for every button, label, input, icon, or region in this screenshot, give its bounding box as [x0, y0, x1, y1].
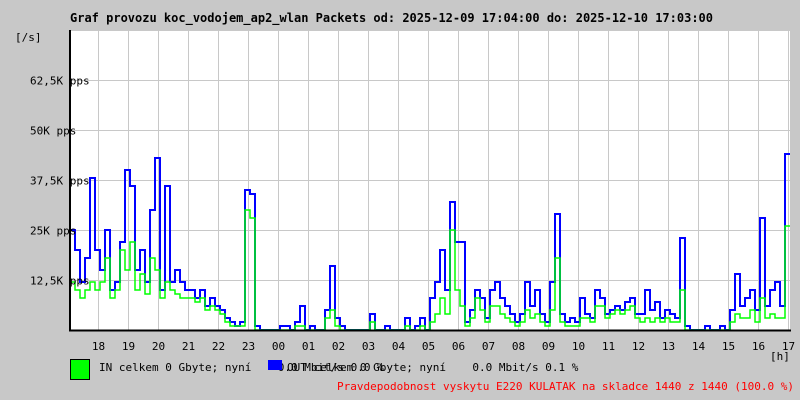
x-tick-label: 11: [602, 340, 615, 353]
traffic-graph: Graf provozu koc_vodojem_ap2_wlan Packet…: [0, 0, 800, 400]
x-tick-label: 18: [92, 340, 105, 353]
x-tick-label: 01: [302, 340, 315, 353]
y-tick-label: 50K pps: [30, 125, 76, 138]
x-tick-label: 00: [272, 340, 285, 353]
x-tick-label: 09: [542, 340, 555, 353]
x-tick-label: 07: [482, 340, 495, 353]
y-tick-label: 25K pps: [30, 225, 76, 238]
x-tick-label: 13: [662, 340, 675, 353]
x-tick-label: 21: [182, 340, 195, 353]
legend-in-swatch: [70, 359, 90, 380]
x-axis-unit: [h]: [770, 350, 790, 363]
x-tick-label: 23: [242, 340, 255, 353]
y-tick-label: 37,5K pps: [30, 175, 90, 188]
x-tick-label: 16: [752, 340, 765, 353]
legend-out-swatch: [268, 360, 282, 370]
x-tick-label: 19: [122, 340, 135, 353]
x-tick-label: 05: [422, 340, 435, 353]
legend-out-text: OUT celkem 0 Gbyte; nyní 0.0 Mbit/s 0.1 …: [287, 361, 579, 374]
x-tick-label: 08: [512, 340, 525, 353]
footer-note: Pravdepodobnost vyskytu E220 KULATAK na …: [337, 380, 794, 393]
y-tick-label: 12,5K pps: [30, 275, 90, 288]
chart-title: Graf provozu koc_vodojem_ap2_wlan Packet…: [70, 11, 713, 26]
x-tick-label: 10: [572, 340, 585, 353]
y-axis-unit: [/s]: [15, 31, 42, 44]
x-tick-label: 20: [152, 340, 165, 353]
x-tick-label: 06: [452, 340, 465, 353]
x-tick-label: 12: [632, 340, 645, 353]
y-tick-label: 62,5K pps: [30, 75, 90, 88]
x-tick-label: 22: [212, 340, 225, 353]
x-tick-label: 15: [722, 340, 735, 353]
x-tick-label: 02: [332, 340, 345, 353]
x-tick-label: 14: [692, 340, 706, 353]
x-tick-labels: 18 19 20 21 22 23 00 01 02 03 04 05 06 07 08 09 10 11 12 13…: [92, 340, 795, 353]
chart-svg: Graf provozu koc_vodojem_ap2_wlan Packet…: [15, 11, 795, 393]
x-tick-label: 04: [392, 340, 406, 353]
x-tick-label: 03: [362, 340, 375, 353]
